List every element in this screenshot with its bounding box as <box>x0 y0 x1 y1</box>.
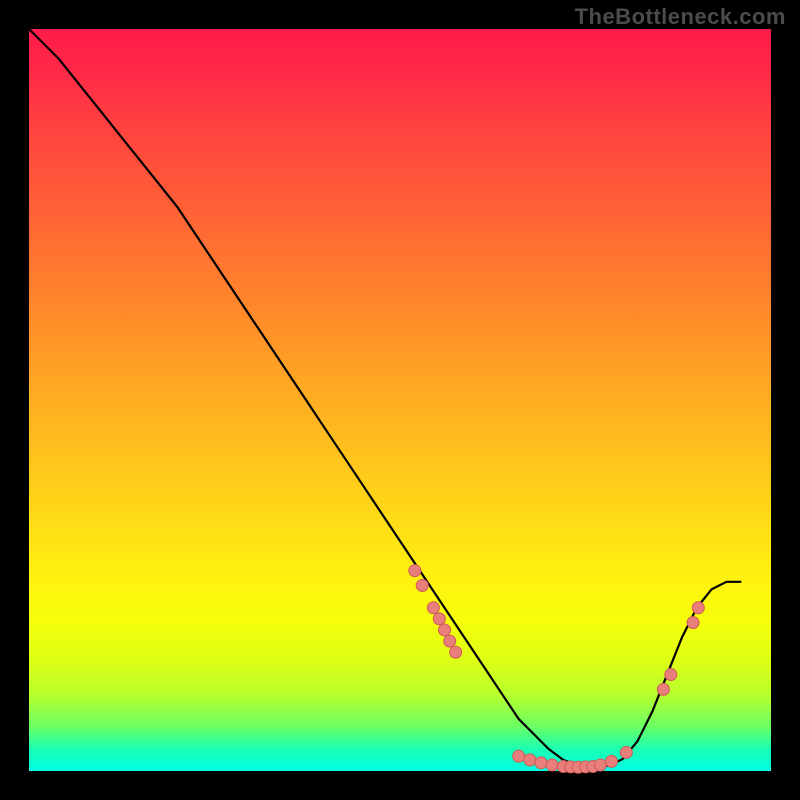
chart-frame: TheBottleneck.com <box>0 0 800 800</box>
bottleneck-curve <box>29 29 741 767</box>
data-marker <box>409 565 421 577</box>
data-marker <box>687 617 699 629</box>
data-marker <box>665 669 677 681</box>
data-marker <box>444 635 456 647</box>
data-marker <box>416 580 428 592</box>
data-marker <box>657 683 669 695</box>
data-marker <box>513 750 525 762</box>
data-marker <box>450 646 462 658</box>
data-marker <box>524 754 536 766</box>
plot-area <box>29 29 771 771</box>
data-marker <box>535 757 547 769</box>
data-marker <box>546 759 558 771</box>
data-markers <box>409 565 704 774</box>
data-marker <box>433 613 445 625</box>
data-marker <box>605 755 617 767</box>
data-marker <box>620 746 632 758</box>
data-marker <box>594 759 606 771</box>
data-marker <box>692 602 704 614</box>
data-marker <box>427 602 439 614</box>
watermark-text: TheBottleneck.com <box>575 4 786 30</box>
chart-overlay <box>29 29 771 771</box>
data-marker <box>439 624 451 636</box>
